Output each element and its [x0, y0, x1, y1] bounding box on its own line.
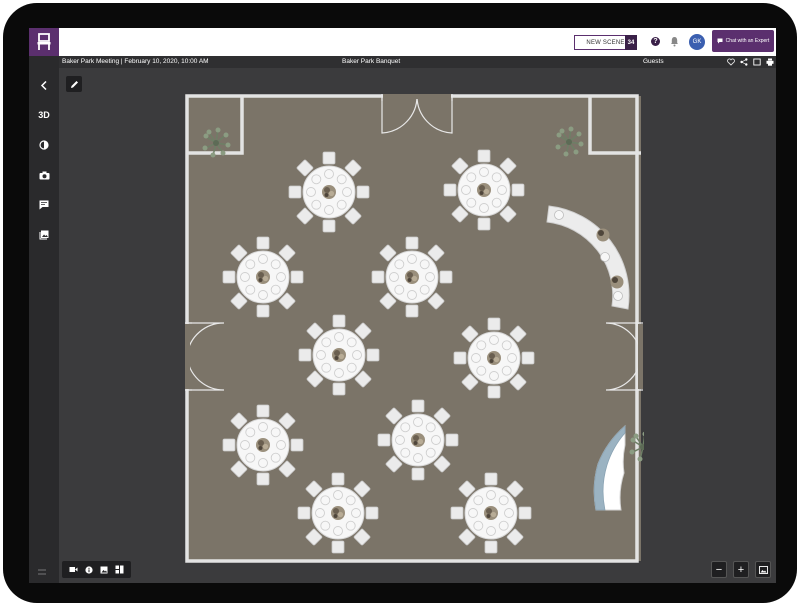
- round-table[interactable]: [297, 472, 379, 554]
- picture-frame-icon: [758, 565, 768, 574]
- avatar[interactable]: GK: [689, 34, 705, 50]
- image-icon[interactable]: [100, 565, 109, 574]
- round-table[interactable]: [298, 314, 380, 396]
- chat-label: Chat with an Expert: [725, 38, 770, 44]
- camera-icon: [39, 171, 49, 179]
- chat-icon: [717, 38, 723, 44]
- brand-logo[interactable]: [29, 28, 59, 56]
- event-title: Baker Park Meeting | February 10, 2020, …: [62, 58, 209, 65]
- help-icon[interactable]: ?: [651, 37, 660, 46]
- app-screen: NEW SCENE 34 ? GK Chat with an Expert 3D: [29, 28, 776, 583]
- fit-view-button[interactable]: [755, 561, 771, 578]
- layout-icon[interactable]: [115, 565, 124, 574]
- info-actions: [726, 57, 774, 66]
- back-arrow-icon: [40, 80, 47, 90]
- comments-button[interactable]: [29, 194, 59, 216]
- layout-title: Baker Park Banquet: [342, 58, 401, 65]
- round-table[interactable]: [371, 236, 453, 318]
- round-table[interactable]: [222, 404, 304, 486]
- video-icon[interactable]: [69, 565, 78, 574]
- fullscreen-icon[interactable]: [752, 57, 761, 66]
- chat-with-expert-button[interactable]: Chat with an Expert: [712, 30, 774, 52]
- back-button[interactable]: [29, 74, 59, 96]
- contrast-icon: [39, 140, 49, 150]
- print-icon[interactable]: [765, 57, 774, 66]
- zoom-out-button[interactable]: −: [711, 561, 727, 578]
- 3d-view-button[interactable]: 3D: [29, 104, 59, 126]
- floor-area: [187, 96, 641, 561]
- comment-icon: [39, 200, 49, 210]
- round-table[interactable]: [222, 236, 304, 318]
- share-icon[interactable]: [739, 57, 748, 66]
- heart-icon[interactable]: [726, 57, 735, 66]
- gallery-icon: [39, 230, 49, 240]
- menu-icon[interactable]: [38, 569, 46, 575]
- floor-plan[interactable]: [184, 93, 644, 564]
- round-table[interactable]: [443, 149, 525, 231]
- new-scene-label: NEW SCENE: [586, 39, 625, 46]
- top-bar: NEW SCENE 34 ? GK Chat with an Expert: [29, 28, 776, 56]
- left-sidebar: 3D: [29, 56, 59, 583]
- chair-logo-icon: [37, 33, 51, 50]
- edit-button[interactable]: [66, 76, 82, 92]
- round-table[interactable]: [377, 399, 459, 481]
- info-bar: Baker Park Meeting | February 10, 2020, …: [59, 56, 776, 68]
- bottom-toolbar: [62, 561, 131, 578]
- contrast-button[interactable]: [29, 134, 59, 156]
- info-icon[interactable]: [84, 565, 93, 574]
- bell-icon[interactable]: [670, 36, 679, 47]
- pencil-icon: [70, 80, 78, 88]
- scene-count-badge[interactable]: 34: [625, 35, 637, 50]
- gallery-button[interactable]: [29, 224, 59, 246]
- round-table[interactable]: [288, 151, 370, 233]
- guests-link[interactable]: Guests: [643, 58, 664, 65]
- round-table[interactable]: [450, 472, 532, 554]
- zoom-in-button[interactable]: +: [733, 561, 749, 578]
- tablet-frame: NEW SCENE 34 ? GK Chat with an Expert 3D: [3, 3, 797, 603]
- camera-button[interactable]: [29, 164, 59, 186]
- round-table[interactable]: [453, 317, 535, 399]
